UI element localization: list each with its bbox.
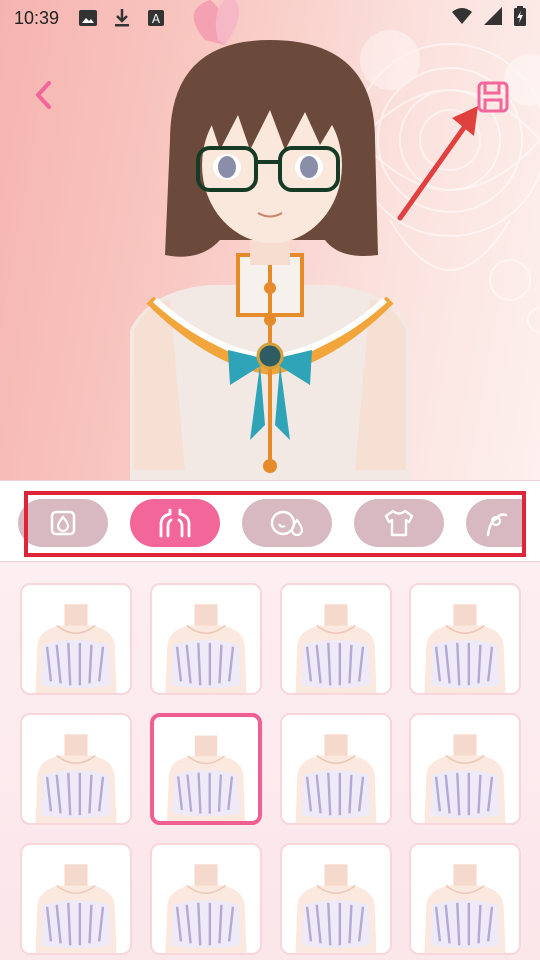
- status-bar: 10:39 A: [0, 0, 540, 36]
- grid-item[interactable]: [280, 583, 392, 695]
- body-preview-thumbnail: [424, 864, 506, 953]
- signal-icon: [484, 6, 502, 30]
- body-preview-thumbnail: [295, 604, 377, 693]
- battery-charging-icon: [514, 5, 526, 31]
- font-a-icon: A: [147, 9, 165, 27]
- grid-item[interactable]: [409, 713, 521, 825]
- category-tab-bar: [0, 480, 540, 562]
- highlight-frame: [24, 491, 526, 557]
- body-preview-thumbnail: [167, 735, 245, 821]
- grid-item[interactable]: [150, 843, 262, 955]
- body-preview-thumbnail: [424, 734, 506, 823]
- grid-item[interactable]: [409, 583, 521, 695]
- grid-item[interactable]: [150, 583, 262, 695]
- svg-text:A: A: [152, 12, 161, 26]
- grid-item[interactable]: [20, 583, 132, 695]
- grid-item[interactable]: [280, 713, 392, 825]
- body-preview-thumbnail: [295, 734, 377, 823]
- back-button[interactable]: [26, 78, 60, 112]
- status-time: 10:39: [14, 7, 60, 28]
- annotation-arrow: [397, 106, 478, 221]
- grid-item[interactable]: [20, 843, 132, 955]
- body-preview-thumbnail: [35, 604, 117, 693]
- grid-item[interactable]: [409, 843, 521, 955]
- grid-item-selected[interactable]: [150, 713, 262, 825]
- body-preview-thumbnail: [35, 864, 117, 953]
- image-icon: [79, 9, 98, 27]
- item-grid[interactable]: [0, 563, 540, 960]
- chevron-left-icon: [36, 81, 51, 109]
- grid-item[interactable]: [280, 843, 392, 955]
- body-preview-thumbnail: [165, 864, 247, 953]
- body-preview-thumbnail: [424, 604, 506, 693]
- body-preview-thumbnail: [35, 734, 117, 823]
- wifi-icon: [452, 7, 472, 29]
- download-icon: [113, 9, 131, 27]
- avatar-stage: 10:39 A: [0, 0, 540, 480]
- avatar-character: [130, 0, 410, 480]
- body-preview-thumbnail: [165, 604, 247, 693]
- body-preview-thumbnail: [295, 864, 377, 953]
- grid-item[interactable]: [20, 713, 132, 825]
